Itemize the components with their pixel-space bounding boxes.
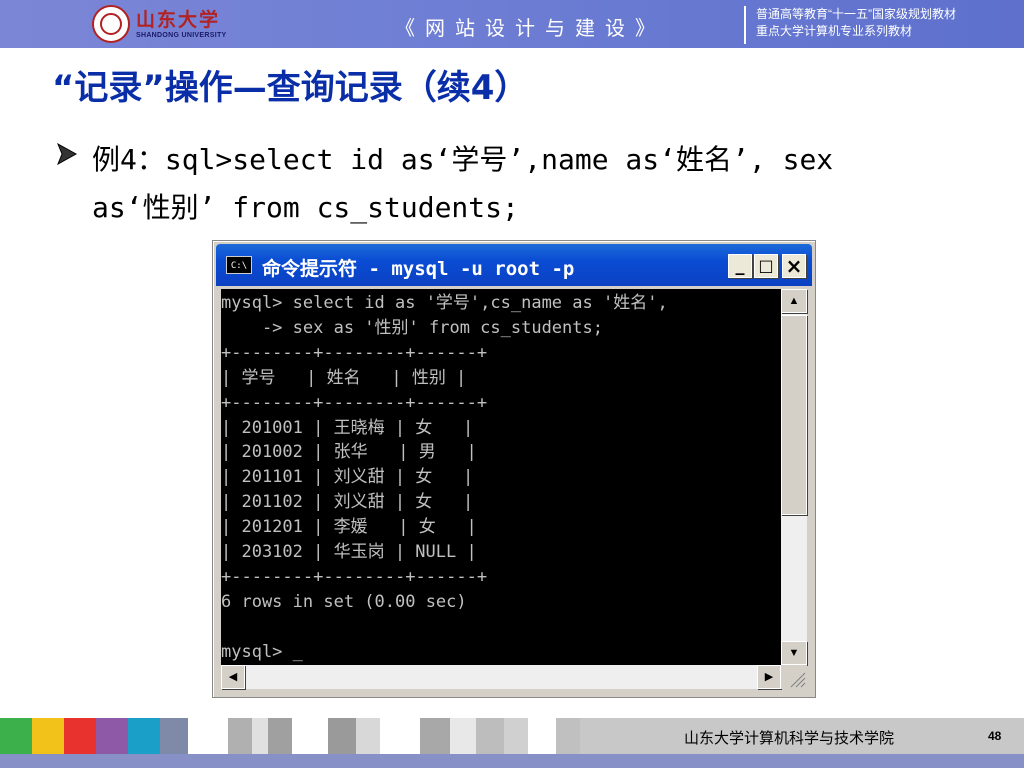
series-line-1: 普通高等教育“十一五”国家级规划教材 [756, 7, 956, 21]
scroll-thumb[interactable] [781, 315, 807, 515]
footer-strip-block [96, 718, 128, 754]
console-line: mysql> _ [221, 641, 303, 662]
course-title: 《网站设计与建设》 [395, 16, 665, 40]
footer-strip-block [0, 718, 32, 754]
minimize-button[interactable]: _ [728, 254, 752, 278]
footer-line [0, 754, 1024, 768]
scroll-down-icon[interactable]: ▼ [781, 641, 807, 665]
footer-strip-block [420, 718, 450, 754]
window-title: 命令提示符 - mysql -u root -p [262, 258, 575, 280]
console-line: | 201001 | 王晓梅 | 女 | [221, 417, 474, 438]
console-line: | 201002 | 张华 | 男 | [221, 442, 477, 463]
school-name: 山东大学计算机科学与技术学院 [684, 730, 895, 747]
footer-strip-block [228, 718, 252, 754]
footer-strip-block [504, 718, 528, 754]
footer-strip-block [328, 718, 356, 754]
university-logo: 山东大学 SHANDONG UNIVERSITY [92, 3, 242, 45]
slide-header: 山东大学 SHANDONG UNIVERSITY 《网站设计与建设》 普通高等教… [0, 0, 1024, 48]
bullet-example-text: 例4：sql>select id as‘学号’,name as‘姓名’, sex… [92, 143, 851, 224]
window-titlebar[interactable]: C:\ 命令提示符 - mysql -u root -p _ □ × [216, 244, 812, 286]
footer-strip-block [292, 718, 328, 754]
vertical-scrollbar[interactable]: ▲ ▼ [781, 289, 807, 665]
footer-strip-block [476, 718, 504, 754]
console-window[interactable]: C:\ 命令提示符 - mysql -u root -p _ □ × mysql… [212, 240, 816, 698]
footer-strip-block [450, 718, 476, 754]
footer-strip-block [128, 718, 160, 754]
university-seal-icon [92, 5, 130, 43]
footer-strip-block [64, 718, 96, 754]
console-line: +--------+--------+------+ [221, 566, 488, 587]
console-output[interactable]: mysql> select id as '学号',cs_name as '姓名'… [221, 289, 781, 665]
footer-strip-block [32, 718, 64, 754]
console-line: | 学号 | 姓名 | 性别 | [221, 367, 467, 388]
console-line: mysql> select id as '学号',cs_name as '姓名'… [221, 293, 668, 313]
console-line: +--------+--------+------+ [221, 392, 488, 413]
console-line: | 201102 | 刘义甜 | 女 | [221, 492, 474, 513]
slide-title: “记录”操作—查询记录（续4） [52, 68, 529, 108]
scroll-right-icon[interactable]: ▶ [757, 665, 781, 689]
bullet-arrow-icon [57, 142, 78, 166]
footer-strip-block [556, 718, 580, 754]
console-line: | 203102 | 华玉岗 | NULL | [221, 542, 477, 563]
console-line: +--------+--------+------+ [221, 342, 488, 363]
resize-grip-icon[interactable] [781, 665, 807, 689]
footer-strip-block [356, 718, 380, 754]
console-line: -> sex as '性别' from cs_students; [261, 317, 603, 338]
footer-strip-block [188, 718, 228, 754]
horizontal-scrollbar[interactable]: ◀ ▶ [221, 665, 807, 689]
scroll-up-icon[interactable]: ▲ [781, 289, 807, 313]
console-line: | 201201 | 李媛 | 女 | [221, 517, 477, 538]
close-button[interactable]: × [782, 254, 806, 278]
logo-chinese-name: 山东大学 [136, 8, 221, 31]
scroll-left-icon[interactable]: ◀ [221, 665, 245, 689]
cmd-prompt-icon[interactable]: C:\ [226, 256, 252, 274]
footer-strip-block [160, 718, 188, 754]
maximize-button[interactable]: □ [754, 254, 778, 278]
console-line: | 201101 | 刘义甜 | 女 | [221, 467, 474, 488]
series-line-2: 重点大学计算机专业系列教材 [756, 24, 913, 38]
footer-strip-block [252, 718, 268, 754]
logo-english-name: SHANDONG UNIVERSITY [136, 31, 227, 39]
footer-strip-block [380, 718, 420, 754]
console-text: mysql> select id as '学号',cs_name as '姓名'… [221, 289, 781, 665]
footer-strip-block [268, 718, 292, 754]
header-divider [744, 6, 746, 44]
page-number: 48 [988, 729, 1002, 743]
series-text: 普通高等教育“十一五”国家级规划教材 重点大学计算机专业系列教材 [756, 6, 956, 40]
console-line: 6 rows in set (0.00 sec) [221, 591, 467, 612]
footer-strip-block [528, 718, 556, 754]
